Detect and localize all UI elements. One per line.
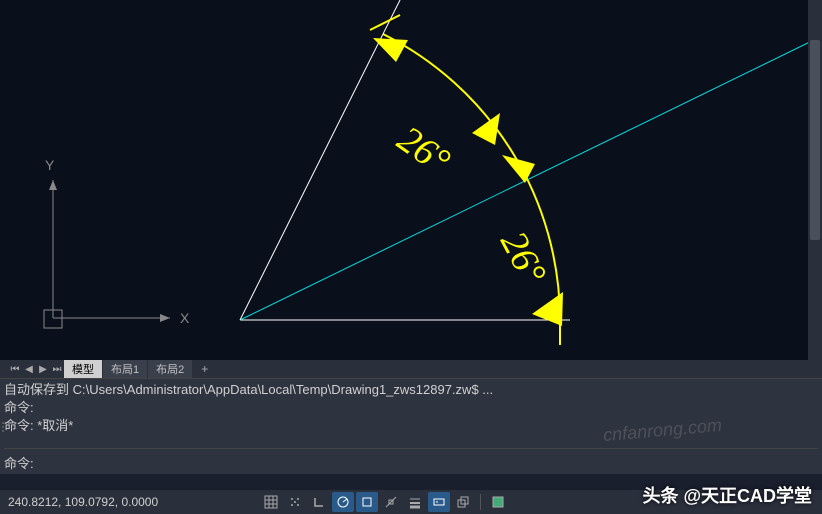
- tab-nav-next-icon[interactable]: ▶: [36, 362, 50, 376]
- command-input-row[interactable]: 命令:: [4, 448, 818, 472]
- tab-model[interactable]: 模型: [64, 360, 102, 378]
- tab-layout1[interactable]: 布局1: [103, 360, 147, 378]
- tab-nav-prev-icon[interactable]: ◀: [22, 362, 36, 376]
- tab-nav-last-icon[interactable]: ⏭: [50, 362, 64, 376]
- layout-tab-bar: ⏮ ◀ ▶ ⏭ 模型 布局1 布局2 +: [0, 360, 822, 378]
- tab-layout2[interactable]: 布局2: [148, 360, 192, 378]
- ortho-icon[interactable]: [308, 492, 330, 512]
- dim-text-upper: 26°: [390, 118, 458, 183]
- svg-text:X: X: [180, 310, 190, 326]
- drawing-svg: X Y 26° 26°: [0, 0, 822, 360]
- status-bar: 240.8212, 109.0792, 0.0000: [0, 490, 822, 514]
- svg-text:Y: Y: [45, 157, 55, 173]
- scrollbar-thumb[interactable]: [810, 40, 820, 240]
- lineweight-icon[interactable]: [404, 492, 426, 512]
- dyninput-icon[interactable]: [428, 492, 450, 512]
- command-prompt: 命令:: [4, 456, 34, 471]
- otrack-icon[interactable]: [380, 492, 402, 512]
- coordinates-readout: 240.8212, 109.0792, 0.0000: [0, 495, 200, 509]
- drawing-canvas[interactable]: X Y 26° 26°: [0, 0, 822, 360]
- command-history-line: 命令:: [4, 399, 818, 417]
- status-tools: [260, 492, 509, 512]
- command-history-line: 命令: *取消*: [4, 417, 818, 435]
- ucs-icon: X Y: [44, 157, 190, 328]
- cycling-icon[interactable]: [452, 492, 474, 512]
- snap-icon[interactable]: [284, 492, 306, 512]
- vertical-scrollbar[interactable]: [808, 0, 822, 360]
- osnap-icon[interactable]: [356, 492, 378, 512]
- dim-text-lower: 26°: [492, 225, 554, 292]
- tab-add-button[interactable]: +: [193, 361, 216, 377]
- model-space-icon[interactable]: [487, 492, 509, 512]
- grid-icon[interactable]: [260, 492, 282, 512]
- angular-dimension: [370, 15, 563, 345]
- command-history-line: 自动保存到 C:\Users\Administrator\AppData\Loc…: [4, 381, 818, 399]
- command-panel: 自动保存到 C:\Users\Administrator\AppData\Loc…: [0, 378, 822, 474]
- tab-nav-first-icon[interactable]: ⏮: [8, 362, 22, 376]
- polar-icon[interactable]: [332, 492, 354, 512]
